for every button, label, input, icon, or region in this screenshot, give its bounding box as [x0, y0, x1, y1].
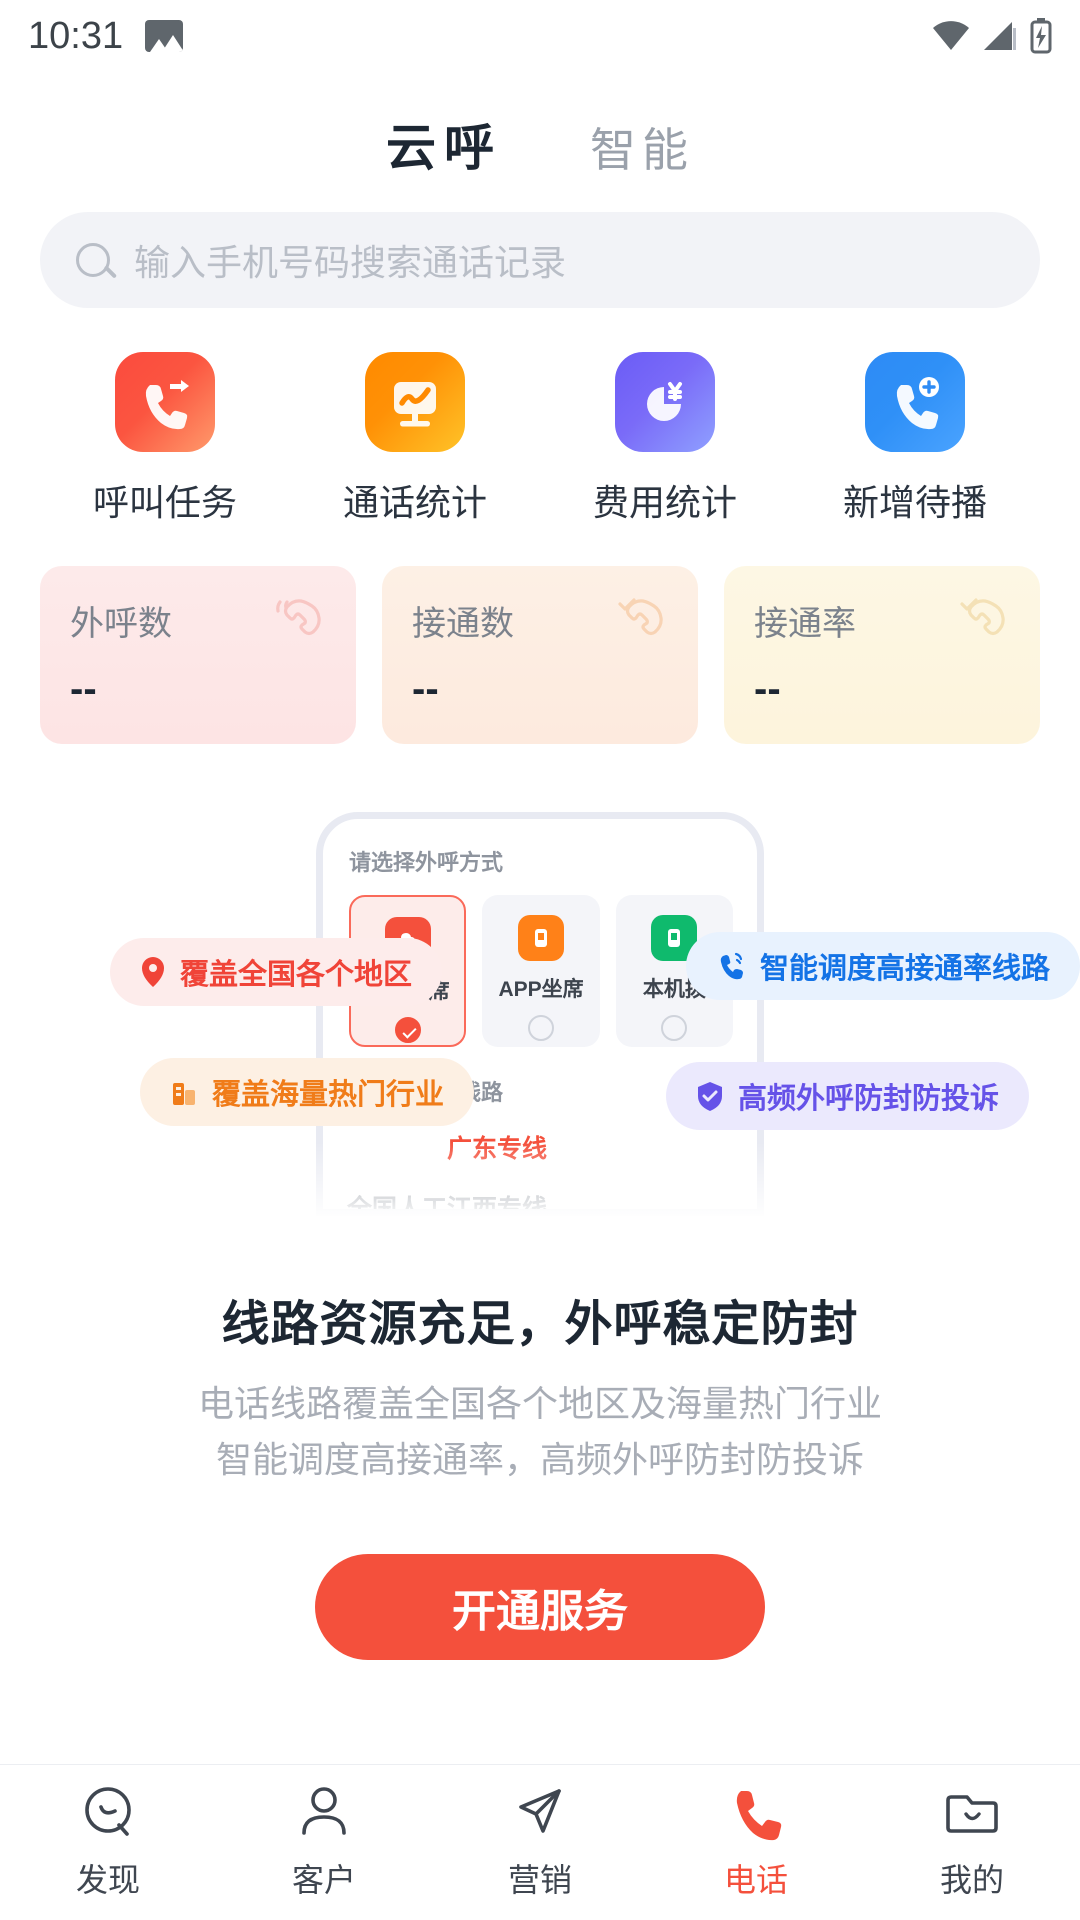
- phone-icon: [736, 1791, 782, 1841]
- bottom-nav: 发现 客户 营销 电话 我的: [0, 1764, 1080, 1920]
- stat-value: --: [70, 667, 97, 711]
- stat-card-outbound[interactable]: 外呼数 --: [40, 566, 356, 744]
- promo-badge-label: 覆盖全国各个地区: [180, 959, 413, 991]
- signal-icon: [984, 22, 1016, 50]
- promo-badge-antiblock: 高频外呼防封防投诉: [666, 1062, 1030, 1130]
- nav-item-profile[interactable]: 我的: [864, 1783, 1080, 1920]
- quick-actions: 呼叫任务 通话统计 费用统计 新增待播: [0, 308, 1080, 526]
- phone-check-icon: [618, 598, 663, 636]
- battery-charging-icon: [1030, 18, 1052, 54]
- quick-action-new-pending[interactable]: 新增待播: [790, 352, 1040, 526]
- promo-illustration: 请选择外呼方式 云呼坐席: [0, 812, 1080, 1232]
- tab-zhineng[interactable]: 智能: [590, 114, 694, 184]
- mock-option-label: APP坐席: [498, 978, 584, 1001]
- discover-icon: [85, 1787, 131, 1836]
- mock-option-app-seat[interactable]: APP坐席: [482, 895, 600, 1047]
- quick-action-fee-stats[interactable]: 费用统计: [540, 352, 790, 526]
- cta-section: 开通服务: [0, 1553, 1080, 1660]
- quick-action-label: 呼叫任务: [92, 482, 237, 523]
- promo-subtitle-line2: 智能调度高接通率，高频外呼防封防投诉: [215, 1438, 864, 1480]
- mock-option-radio[interactable]: [661, 1015, 688, 1041]
- nav-label: 营销: [507, 1862, 572, 1898]
- nav-item-phone[interactable]: 电话: [648, 1783, 864, 1920]
- search-input[interactable]: 输入手机号码搜索通话记录: [40, 212, 1040, 308]
- phone-signal-icon: [720, 952, 743, 980]
- search-section: 输入手机号码搜索通话记录: [0, 184, 1080, 308]
- app-seat-icon: [518, 915, 565, 961]
- phone-call-icon: [276, 599, 321, 636]
- promo-subtitle: 电话线路覆盖全国各个地区及海量热门行业 智能调度高接通率，高频外呼防封防投诉: [0, 1376, 1080, 1488]
- monitor-chart-icon: [365, 352, 465, 452]
- mock-option-radio[interactable]: [528, 1015, 555, 1041]
- phone-rate-icon: [960, 598, 1005, 636]
- nav-item-marketing[interactable]: 营销: [432, 1783, 648, 1920]
- building-icon: [173, 1083, 195, 1105]
- wifi-icon: [933, 21, 969, 50]
- stat-card-connect-rate[interactable]: 接通率 --: [724, 566, 1040, 744]
- quick-action-label: 新增待播: [842, 482, 987, 523]
- nav-label: 我的: [939, 1862, 1004, 1898]
- search-icon: [76, 243, 110, 277]
- status-bar-left: 10:31: [28, 14, 184, 58]
- nav-label: 电话: [723, 1862, 788, 1898]
- stat-cards: 外呼数 -- 接通数 -- 接通率 --: [0, 526, 1080, 744]
- activate-service-button[interactable]: 开通服务: [315, 1553, 765, 1660]
- stat-card-connected[interactable]: 接通数 --: [382, 566, 698, 744]
- promo-subtitle-line1: 电话线路覆盖全国各个地区及海量热门行业: [197, 1383, 882, 1424]
- image-icon: [145, 20, 184, 52]
- quick-action-label: 费用统计: [592, 482, 737, 523]
- stat-value: --: [412, 667, 439, 711]
- phone-outgoing-icon: [115, 352, 215, 452]
- tab-yunhu[interactable]: 云呼: [386, 108, 502, 184]
- nav-item-discover[interactable]: 发现: [0, 1783, 216, 1920]
- quick-action-label: 通话统计: [342, 482, 487, 523]
- promo-badge-label: 覆盖海量热门行业: [212, 1079, 445, 1111]
- location-pin-icon: [142, 957, 164, 987]
- quick-action-call-task[interactable]: 呼叫任务: [40, 352, 290, 526]
- promo-headline: 线路资源充足，外呼稳定防封: [221, 1298, 859, 1351]
- promo-badge-industries: 覆盖海量热门行业: [140, 1058, 475, 1126]
- nav-item-customer[interactable]: 客户: [216, 1783, 432, 1920]
- promo-fade-overlay: [0, 1142, 1080, 1232]
- marketing-send-icon: [519, 1789, 561, 1833]
- nav-label: 发现: [75, 1862, 140, 1898]
- nav-label: 客户: [291, 1862, 356, 1898]
- profile-folder-icon: [946, 1795, 998, 1833]
- phone-add-icon: [865, 352, 965, 452]
- stat-value: --: [754, 667, 781, 711]
- mock-option-radio[interactable]: [394, 1017, 421, 1043]
- promo-badge-coverage: 覆盖全国各个地区: [110, 938, 443, 1006]
- mock-section-label-1: 请选择外呼方式: [349, 850, 504, 875]
- promo-badge-dispatch: 智能调度高接通率线路: [686, 932, 1080, 1000]
- pie-chart-yuan-icon: [615, 352, 715, 452]
- promo-badge-label: 智能调度高接通率线路: [760, 953, 1051, 985]
- customer-icon: [302, 1787, 346, 1835]
- promo-badge-label: 高频外呼防封防投诉: [738, 1083, 1000, 1115]
- status-time: 10:31: [28, 14, 124, 57]
- search-placeholder: 输入手机号码搜索通话记录: [134, 242, 567, 283]
- status-bar-right: [932, 18, 1052, 54]
- status-bar: 10:31: [0, 0, 1080, 72]
- quick-action-call-stats[interactable]: 通话统计: [290, 352, 540, 526]
- shield-check-icon: [698, 1081, 722, 1111]
- top-tabs: 云呼 智能: [0, 72, 1080, 184]
